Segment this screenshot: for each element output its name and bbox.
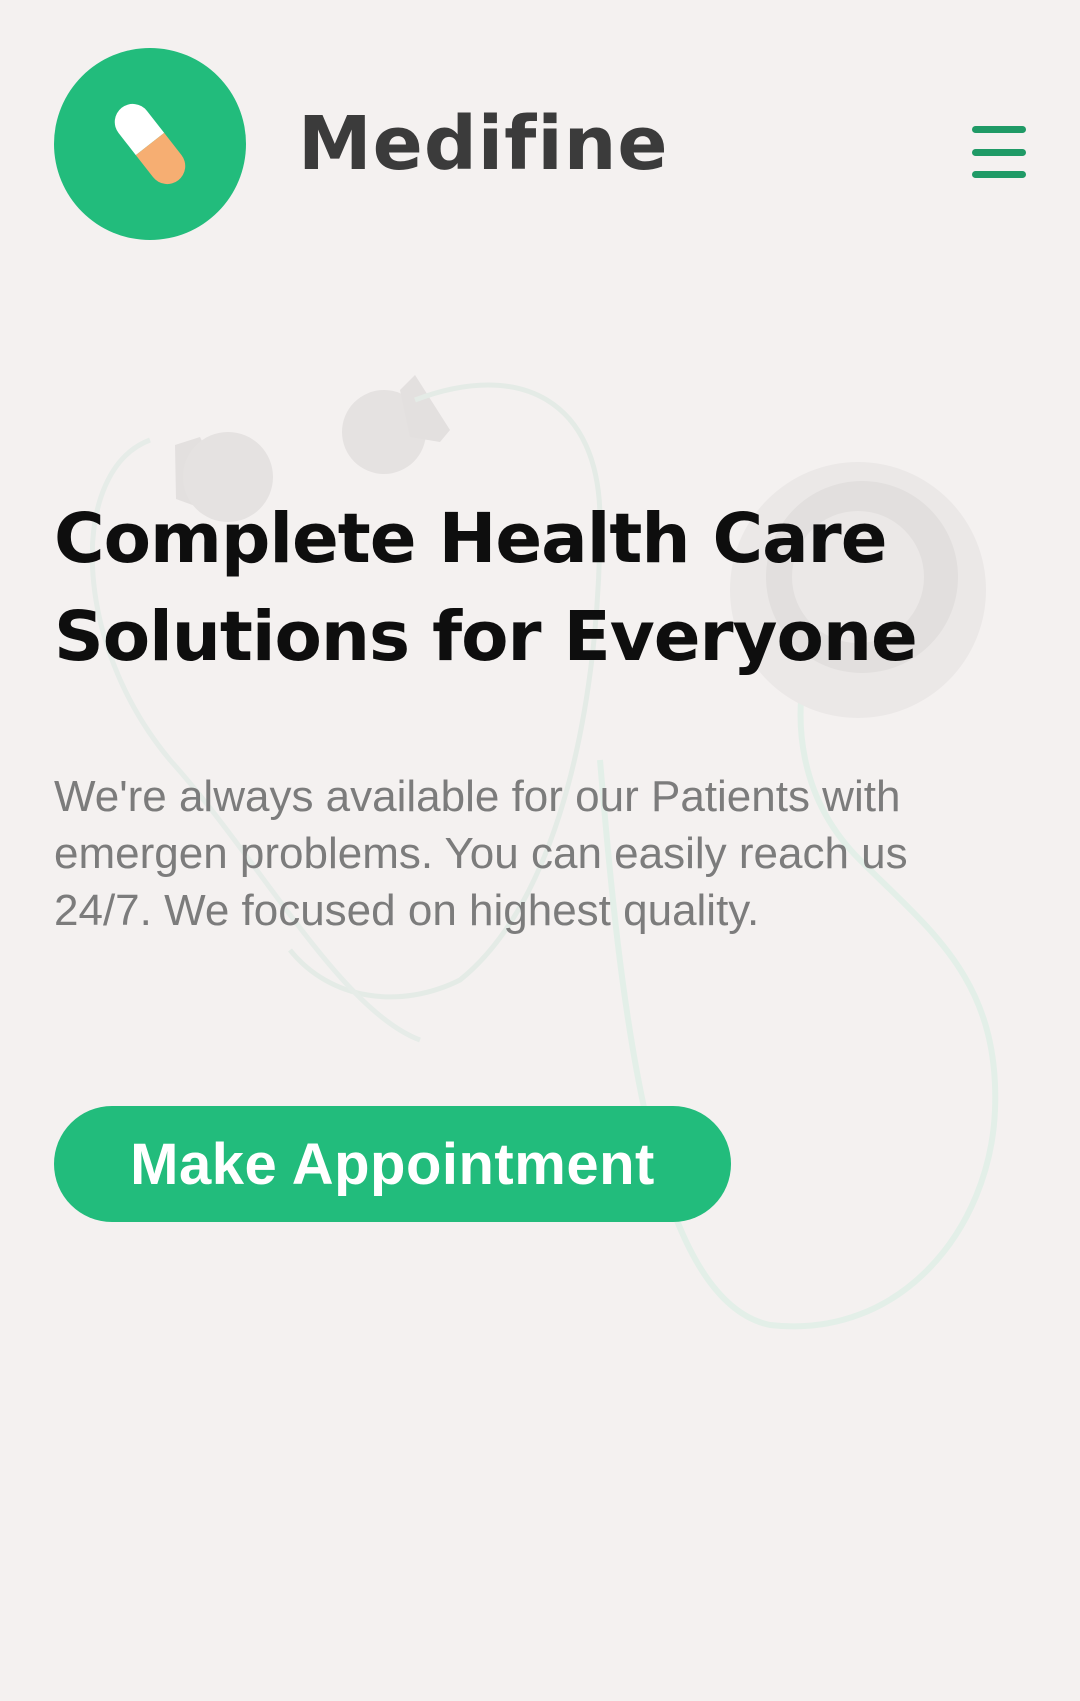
site-header: Medifine: [54, 48, 1026, 240]
menu-bar: [972, 148, 1026, 156]
hero-description: We're always available for our Patients …: [54, 772, 908, 935]
hamburger-menu-icon[interactable]: [972, 126, 1026, 178]
menu-bar: [972, 126, 1026, 133]
hero-title-line-1: Complete Health Care: [54, 499, 887, 579]
hero-title: Complete Health Care Solutions for Every…: [54, 490, 994, 686]
pill-icon: [54, 48, 246, 240]
make-appointment-button[interactable]: Make Appointment: [54, 1106, 731, 1222]
brand-logo[interactable]: Medifine: [54, 48, 669, 240]
brand-name: Medifine: [298, 101, 669, 187]
hero-section: Complete Health Care Solutions for Every…: [54, 490, 994, 939]
menu-bar: [972, 171, 1026, 178]
hero-title-line-2: Solutions for Everyone: [54, 597, 918, 677]
